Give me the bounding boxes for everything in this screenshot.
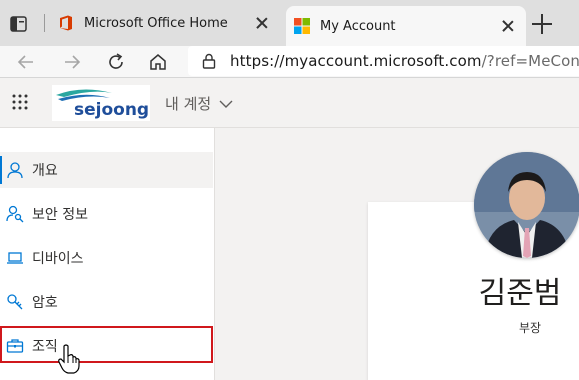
person-icon bbox=[7, 162, 23, 179]
hand-cursor-icon bbox=[58, 344, 80, 374]
tab-title: My Account bbox=[320, 18, 396, 34]
sidebar-item-label: 개요 bbox=[32, 163, 58, 179]
sidebar-item-security-info[interactable]: 보안 정보 bbox=[0, 196, 213, 232]
tab-my-account[interactable]: My Account bbox=[286, 6, 526, 46]
profile-photo bbox=[474, 152, 579, 258]
url-host: https://myaccount.microsoft.com bbox=[230, 52, 482, 70]
browser-tab-strip: Microsoft Office Home My Account bbox=[0, 0, 579, 46]
header-title: 내 계정 bbox=[165, 95, 212, 113]
app-header: sejoong 내 계정 bbox=[0, 78, 579, 128]
tab-title: Microsoft Office Home bbox=[84, 15, 228, 31]
url-query: /?ref=MeContro bbox=[481, 52, 579, 70]
url-text: https://myaccount.microsoft.com/?ref=MeC… bbox=[230, 52, 579, 70]
microsoft-icon bbox=[294, 18, 310, 34]
office-icon bbox=[60, 15, 72, 31]
avatar[interactable] bbox=[474, 152, 579, 258]
key-icon bbox=[7, 294, 23, 310]
laptop-icon bbox=[7, 252, 23, 264]
sidebar-item-label: 디바이스 bbox=[32, 251, 84, 267]
close-icon[interactable] bbox=[500, 18, 516, 34]
sidebar-item-devices[interactable]: 디바이스 bbox=[0, 240, 213, 276]
forward-icon[interactable] bbox=[60, 50, 84, 74]
sidebar-item-label: 보안 정보 bbox=[32, 207, 88, 223]
close-icon[interactable] bbox=[254, 15, 270, 31]
new-tab-button[interactable] bbox=[530, 12, 554, 36]
chevron-down-icon bbox=[219, 100, 233, 108]
highlight-box bbox=[0, 326, 213, 363]
address-bar[interactable]: https://myaccount.microsoft.com/?ref=MeC… bbox=[188, 46, 579, 76]
tab-office-home[interactable]: Microsoft Office Home bbox=[50, 6, 280, 40]
back-icon[interactable] bbox=[14, 50, 38, 74]
profile-name: 김준범 bbox=[478, 276, 562, 311]
sidebar-item-password[interactable]: 암호 bbox=[0, 284, 213, 320]
tab-actions-icon[interactable] bbox=[8, 13, 30, 35]
sidebar-item-label: 암호 bbox=[32, 295, 58, 311]
home-icon[interactable] bbox=[146, 50, 170, 74]
browser-toolbar: https://myaccount.microsoft.com/?ref=MeC… bbox=[0, 46, 579, 78]
profile-job-title: 부장 bbox=[518, 321, 542, 335]
company-logo[interactable]: sejoong bbox=[52, 85, 150, 121]
tab-separator bbox=[44, 14, 45, 32]
lock-icon[interactable] bbox=[202, 53, 216, 69]
sidebar-item-overview[interactable]: 개요 bbox=[0, 152, 213, 188]
logo-text: sejoong bbox=[74, 100, 149, 120]
security-info-icon bbox=[6, 205, 24, 223]
account-menu[interactable]: 내 계정 bbox=[165, 93, 233, 114]
refresh-icon[interactable] bbox=[104, 50, 128, 74]
app-launcher-icon[interactable] bbox=[12, 94, 28, 110]
